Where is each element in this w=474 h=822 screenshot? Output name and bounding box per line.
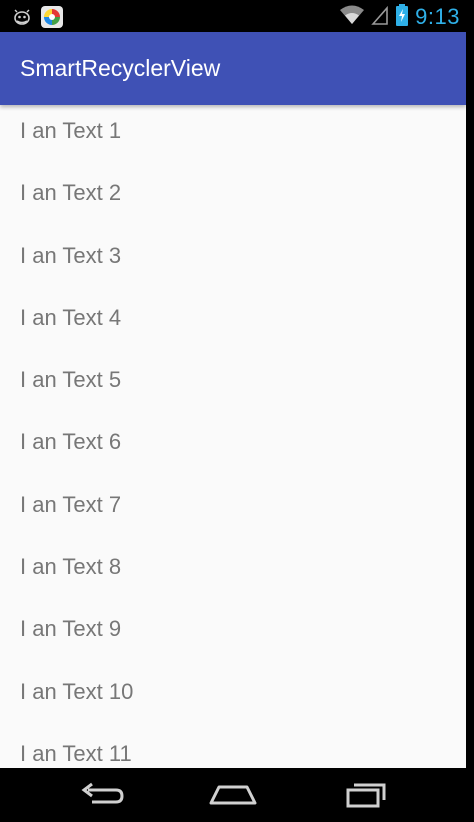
android-debug-icon	[12, 8, 32, 30]
device-screen: 9:13 SmartRecyclerView I an Text 1 I an …	[0, 0, 474, 822]
list-item[interactable]: I an Text 4	[0, 292, 466, 354]
list-item[interactable]: I an Text 8	[0, 541, 466, 603]
status-bar: 9:13	[0, 0, 474, 32]
app-bar: SmartRecyclerView	[0, 32, 466, 105]
list-item[interactable]: I an Text 7	[0, 479, 466, 541]
recents-button[interactable]	[334, 780, 394, 814]
list-item[interactable]: I an Text 2	[0, 167, 466, 229]
wifi-icon	[339, 4, 365, 30]
app-notification-icon	[40, 5, 64, 33]
recents-icon	[340, 781, 388, 813]
recycler-view[interactable]: I an Text 1 I an Text 2 I an Text 3 I an…	[0, 105, 466, 768]
item-list: I an Text 1 I an Text 2 I an Text 3 I an…	[0, 105, 466, 768]
system-icons: 9:13	[339, 3, 460, 31]
notification-icons	[12, 5, 64, 33]
home-button[interactable]	[203, 780, 263, 814]
home-icon	[207, 781, 259, 813]
clock: 9:13	[415, 4, 460, 29]
list-item[interactable]: I an Text 11	[0, 728, 466, 768]
app-title: SmartRecyclerView	[20, 55, 221, 81]
navigation-bar	[0, 768, 474, 822]
battery-charging-icon	[395, 3, 409, 31]
list-item[interactable]: I an Text 5	[0, 354, 466, 416]
list-item[interactable]: I an Text 1	[0, 105, 466, 167]
list-item[interactable]: I an Text 9	[0, 603, 466, 665]
list-item[interactable]: I an Text 10	[0, 666, 466, 728]
list-item[interactable]: I an Text 3	[0, 230, 466, 292]
back-icon	[78, 781, 126, 813]
signal-icon	[371, 4, 389, 30]
list-item[interactable]: I an Text 6	[0, 416, 466, 478]
back-button[interactable]	[72, 780, 132, 814]
